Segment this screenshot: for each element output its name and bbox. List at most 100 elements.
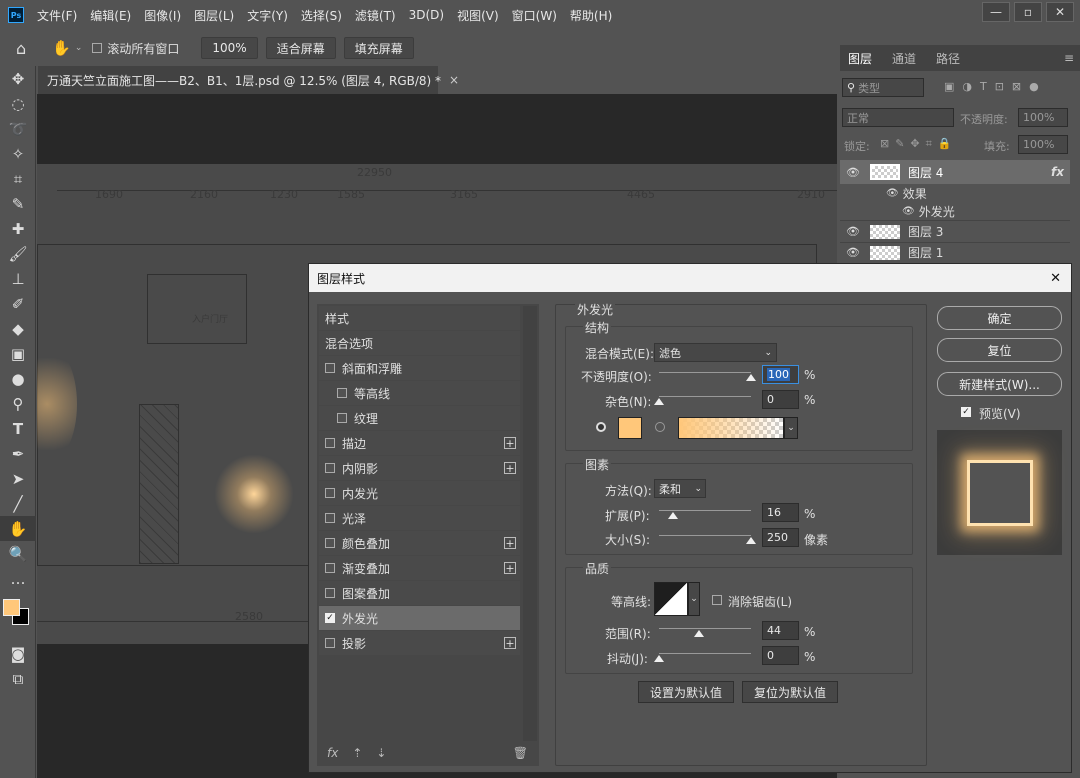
style-checkbox[interactable] [325, 363, 335, 373]
spread-field[interactable]: 16 [762, 503, 799, 522]
blend-options-item[interactable]: 混合选项 [319, 331, 520, 356]
jitter-slider[interactable] [659, 653, 751, 654]
type-tool-icon[interactable]: ✒ [0, 441, 36, 466]
close-icon[interactable]: ✕ [1050, 271, 1061, 286]
new-style-button[interactable]: 新建样式(W)... [937, 372, 1062, 396]
layer-row[interactable]: 👁 图层 4 fx [840, 160, 1070, 184]
style-item[interactable]: 内阴影 + [319, 456, 520, 481]
eyedropper-icon[interactable]: ✎ [0, 191, 36, 216]
stamp-tool-icon[interactable]: ⊥ [0, 266, 36, 291]
menu-view[interactable]: 视图(V) [457, 7, 499, 24]
style-checkbox[interactable] [337, 413, 347, 423]
magic-wand-icon[interactable]: ✧ [0, 141, 36, 166]
style-item[interactable]: 等高线 [319, 381, 520, 406]
fill-field[interactable]: 100% [1018, 135, 1068, 154]
menu-help[interactable]: 帮助(H) [570, 7, 612, 24]
gradient-tool-icon[interactable]: ▣ [0, 341, 36, 366]
menu-type[interactable]: 文字(Y) [247, 7, 288, 24]
eraser-tool-icon[interactable]: ◆ [0, 316, 36, 341]
antialias-checkbox[interactable] [712, 595, 722, 605]
styles-header[interactable]: 样式 [319, 306, 520, 331]
style-item[interactable]: 内发光 [319, 481, 520, 506]
screen-mode-icon[interactable]: ⧉ [0, 666, 36, 691]
move-up-icon[interactable]: ⇡ [352, 746, 362, 760]
document-tab[interactable]: 万通天竺立面施工图——B2、B1、1层.psd @ 12.5% (图层 4, R… [38, 66, 459, 94]
preview-checkbox[interactable]: ✓ [961, 407, 971, 417]
eye-icon[interactable]: 👁 [846, 166, 860, 179]
crop-tool-icon[interactable]: ⌗ [0, 166, 36, 191]
ok-button[interactable]: 确定 [937, 306, 1062, 330]
style-item[interactable]: 纹理 [319, 406, 520, 431]
layer-row[interactable]: 👁 图层 3 [840, 220, 1070, 242]
set-default-button[interactable]: 设置为默认值 [638, 681, 734, 703]
spread-slider[interactable] [659, 510, 751, 511]
menu-filter[interactable]: 滤镜(T) [355, 7, 396, 24]
zoom-tool-icon[interactable]: 🔍 [0, 541, 36, 566]
style-item[interactable]: 渐变叠加 + [319, 556, 520, 581]
method-select[interactable]: 柔和 ⌄ [654, 479, 706, 498]
style-checkbox[interactable] [325, 463, 335, 473]
fx-icon[interactable]: fx [1051, 165, 1064, 179]
style-checkbox[interactable] [325, 588, 335, 598]
menu-image[interactable]: 图像(I) [144, 7, 181, 24]
layer-kind-filter[interactable]: ⚲ 类型 [842, 78, 924, 97]
style-checkbox[interactable] [325, 488, 335, 498]
menu-window[interactable]: 窗口(W) [512, 7, 557, 24]
noise-slider-thumb[interactable] [654, 398, 664, 405]
solid-color-radio[interactable] [596, 422, 606, 432]
style-item[interactable]: 颜色叠加 + [319, 531, 520, 556]
zoom-100-button[interactable]: 100% [201, 37, 258, 59]
trash-icon[interactable]: 🗑 [513, 746, 528, 760]
add-instance-icon[interactable]: + [504, 437, 516, 450]
style-checkbox[interactable] [325, 513, 335, 523]
lasso-tool-icon[interactable]: ➰ [0, 116, 36, 141]
menu-3d[interactable]: 3D(D) [409, 8, 444, 22]
style-checkbox[interactable] [337, 388, 347, 398]
fx-icon[interactable]: fx [327, 746, 338, 760]
style-item[interactable]: 斜面和浮雕 [319, 356, 520, 381]
opacity-field[interactable]: 100 [762, 365, 799, 384]
more-tools-icon[interactable]: … [0, 566, 36, 591]
fit-screen-button[interactable]: 适合屏幕 [265, 37, 336, 59]
style-item[interactable]: ✓ 外发光 [319, 606, 520, 631]
style-checkbox[interactable] [325, 638, 335, 648]
preview-label[interactable]: 预览(V) [979, 405, 1021, 422]
scroll-all-checkbox[interactable] [92, 43, 103, 53]
menu-select[interactable]: 选择(S) [301, 7, 342, 24]
style-checkbox[interactable] [325, 538, 335, 548]
style-item[interactable]: 投影 + [319, 631, 520, 656]
style-checkbox[interactable]: ✓ [325, 613, 335, 623]
blur-tool-icon[interactable]: ● [0, 366, 36, 391]
opacity-field[interactable]: 100% [1018, 108, 1068, 127]
pen-tool-icon[interactable]: T [0, 416, 36, 441]
line-tool-icon[interactable]: ╱ [0, 491, 36, 516]
chevron-down-icon[interactable]: ⌄ [75, 43, 83, 53]
eye-icon[interactable]: 👁 [846, 246, 860, 259]
layer-row[interactable]: 👁 图层 1 [840, 242, 1070, 262]
history-brush-icon[interactable]: ✐ [0, 291, 36, 316]
tab-layers[interactable]: 图层 [848, 50, 872, 67]
maximize-button[interactable]: ▫ [1014, 2, 1042, 22]
jitter-slider-thumb[interactable] [654, 655, 664, 662]
gradient-radio[interactable] [655, 422, 665, 432]
style-item[interactable]: 图案叠加 [319, 581, 520, 606]
spread-slider-thumb[interactable] [668, 512, 678, 519]
opacity-slider[interactable] [659, 372, 751, 373]
quick-mask-icon[interactable]: ◙ [0, 641, 36, 666]
hand-tool-icon[interactable]: ✋ [0, 516, 36, 541]
effects-row[interactable]: 👁 效果 [840, 184, 1070, 202]
add-instance-icon[interactable]: + [504, 462, 516, 475]
panel-menu-icon[interactable]: ≡ [1064, 51, 1074, 65]
opacity-slider-thumb[interactable] [746, 374, 756, 381]
range-slider[interactable] [659, 628, 751, 629]
path-select-icon[interactable]: ➤ [0, 466, 36, 491]
glow-color-swatch[interactable] [618, 417, 642, 439]
style-list-scrollbar[interactable] [523, 306, 537, 741]
reset-button[interactable]: 复位 [937, 338, 1062, 362]
noise-field[interactable]: 0 [762, 390, 799, 409]
menu-file[interactable]: 文件(F) [37, 7, 77, 24]
range-field[interactable]: 44 [762, 621, 799, 640]
blend-mode-select[interactable]: 滤色 ⌄ [654, 343, 777, 362]
foreground-color-swatch[interactable] [3, 599, 20, 616]
blend-mode-select[interactable]: 正常 [842, 108, 954, 127]
